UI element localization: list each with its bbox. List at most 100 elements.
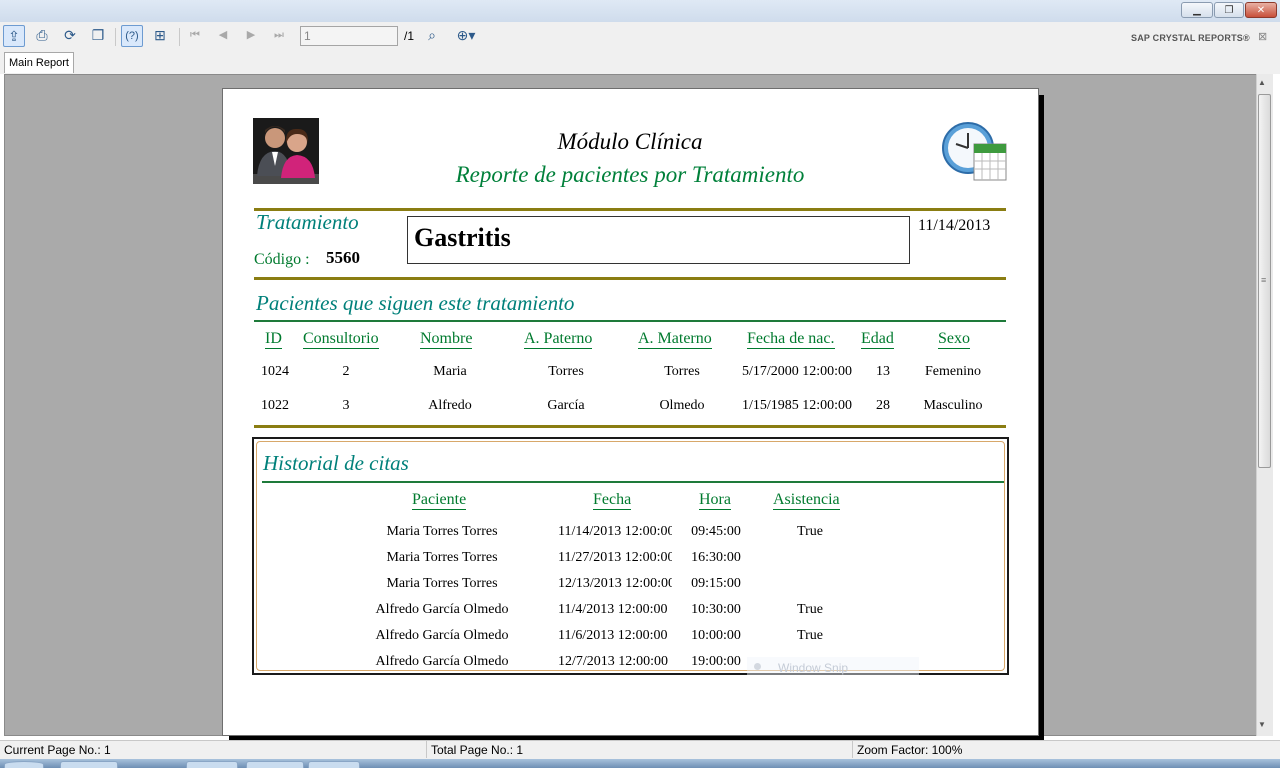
patients-icon — [253, 118, 319, 184]
cell-paciente: Maria Torres Torres — [386, 550, 498, 565]
toolbar-separator — [179, 28, 180, 46]
tab-main-report[interactable]: Main Report — [4, 52, 74, 73]
print-icon[interactable]: ⎙ — [31, 25, 53, 47]
code-value: 5560 — [326, 248, 360, 267]
zoom-factor-status: Zoom Factor: 100% — [857, 743, 963, 757]
cell-edad: 13 — [876, 364, 890, 379]
cell-sexo: Masculino — [923, 398, 983, 413]
section-underline — [262, 481, 1004, 483]
section-divider — [254, 277, 1006, 280]
snip-icon — [754, 663, 761, 670]
cell-hora: 09:45:00 — [691, 524, 741, 539]
column-header-a-materno: A. Materno — [638, 330, 712, 349]
cell-fecha: 12/13/2013 12:00:00 — [558, 576, 672, 591]
total-page-status: Total Page No.: 1 — [431, 743, 524, 757]
taskbar-item[interactable] — [60, 761, 118, 768]
minimize-button[interactable]: ▁ — [1181, 2, 1213, 18]
column-header-nombre: Nombre — [420, 330, 473, 349]
taskbar-item[interactable] — [186, 761, 238, 768]
restore-button[interactable]: ❐ — [1214, 2, 1244, 18]
cell-paciente: Maria Torres Torres — [386, 576, 498, 591]
cell-fecha: 11/4/2013 12:00:00 — [558, 602, 668, 617]
scroll-up-arrow-icon[interactable]: ▲ — [1258, 78, 1266, 87]
cell-asistencia: True — [797, 524, 823, 539]
cell-fecha: 11/6/2013 12:00:00 — [558, 628, 668, 643]
first-page-icon[interactable]: ⏮ — [184, 25, 206, 47]
refresh-icon[interactable]: ⟳ — [59, 25, 81, 47]
cell-id: 1022 — [261, 398, 289, 413]
history-section-label: Historial de citas — [263, 451, 409, 475]
cell-hora: 09:15:00 — [691, 576, 741, 591]
column-header-fecha-nac: Fecha de nac. — [747, 330, 835, 349]
next-page-icon[interactable]: ▶ — [240, 25, 262, 47]
column-header-id: ID — [265, 330, 282, 349]
cell-a-paterno: García — [547, 398, 585, 413]
report-subtitle: Reporte de pacientes por Tratamiento — [455, 162, 805, 187]
report-title: Módulo Clínica — [557, 129, 703, 154]
cell-nombre: Maria — [433, 364, 467, 379]
help-icon[interactable]: (?) — [121, 25, 143, 47]
crystal-reports-brand: SAP CRYSTAL REPORTS® — [1131, 33, 1250, 43]
column-header-asistencia: Asistencia — [773, 491, 840, 510]
cell-edad: 28 — [876, 398, 890, 413]
status-bar — [0, 740, 1280, 759]
cell-consultorio: 3 — [342, 398, 350, 413]
zoom-icon[interactable]: ⊕▾ — [450, 25, 482, 47]
window-title-bar — [0, 0, 1280, 22]
column-header-fecha: Fecha — [593, 491, 632, 510]
section-underline — [254, 320, 1006, 322]
last-page-icon[interactable]: ⏭ — [268, 25, 290, 47]
column-header-hora: Hora — [699, 491, 731, 510]
cell-fecha: 12/7/2013 12:00:00 — [558, 654, 669, 669]
cell-paciente: Alfredo García Olmedo — [375, 602, 509, 617]
cell-a-materno: Olmedo — [659, 398, 705, 413]
cell-a-materno: Torres — [664, 364, 700, 379]
cell-fecha-nac: 1/15/1985 12:00:00 — [741, 398, 853, 413]
page-total-label: /1 — [404, 29, 415, 43]
treatment-name: Gastritis — [414, 223, 511, 252]
cell-id: 1024 — [261, 364, 289, 379]
cell-hora: 10:00:00 — [691, 628, 741, 643]
window-snip-label: Window Snip — [778, 661, 849, 675]
code-label: Código : — [254, 251, 310, 268]
cell-fecha-nac: 5/17/2000 12:00:00 — [741, 364, 853, 379]
prev-page-icon[interactable]: ◀ — [212, 25, 234, 47]
start-button[interactable] — [4, 761, 44, 768]
cell-fecha: 11/27/2013 12:00:00 — [558, 550, 672, 565]
find-icon[interactable]: ⌕ — [421, 25, 443, 47]
tab-strip — [0, 52, 1280, 74]
page-number-input[interactable] — [300, 26, 398, 46]
close-tab-icon[interactable]: ⊠ — [1258, 30, 1267, 43]
export-icon[interactable]: ⇪ — [3, 25, 25, 47]
cell-paciente: Alfredo García Olmedo — [375, 654, 509, 669]
cell-a-paterno: Torres — [548, 364, 584, 379]
cell-sexo: Femenino — [925, 364, 981, 379]
cell-asistencia: True — [797, 602, 823, 617]
taskbar-item[interactable] — [308, 761, 360, 768]
status-separator — [426, 741, 427, 758]
section-divider — [254, 208, 1006, 211]
cell-hora: 16:30:00 — [691, 550, 741, 565]
group-tree-icon[interactable]: ⊞ — [149, 25, 171, 47]
treatment-label: Tratamiento — [256, 210, 359, 234]
copy-icon[interactable]: ❐ — [87, 25, 109, 47]
cell-nombre: Alfredo — [428, 398, 472, 413]
close-window-button[interactable]: ✕ — [1245, 2, 1277, 18]
cell-paciente: Alfredo García Olmedo — [375, 628, 509, 643]
cell-asistencia: True — [797, 628, 823, 643]
column-header-consultorio: Consultorio — [303, 330, 379, 349]
column-header-a-paterno: A. Paterno — [524, 330, 593, 349]
status-separator — [852, 741, 853, 758]
taskbar-item[interactable] — [246, 761, 304, 768]
cell-hora: 10:30:00 — [691, 602, 741, 617]
scrollbar-grip-icon: ≡ — [1261, 275, 1267, 285]
patients-section-label: Pacientes que siguen este tratamiento — [256, 291, 575, 315]
current-page-status: Current Page No.: 1 — [4, 743, 111, 757]
cell-consultorio: 2 — [342, 364, 350, 379]
report-date: 11/14/2013 — [918, 217, 991, 234]
column-header-edad: Edad — [861, 330, 894, 349]
clock-calendar-icon — [942, 122, 1007, 181]
scroll-down-arrow-icon[interactable]: ▼ — [1258, 720, 1266, 729]
column-header-sexo: Sexo — [938, 330, 970, 349]
column-header-paciente: Paciente — [412, 491, 467, 510]
